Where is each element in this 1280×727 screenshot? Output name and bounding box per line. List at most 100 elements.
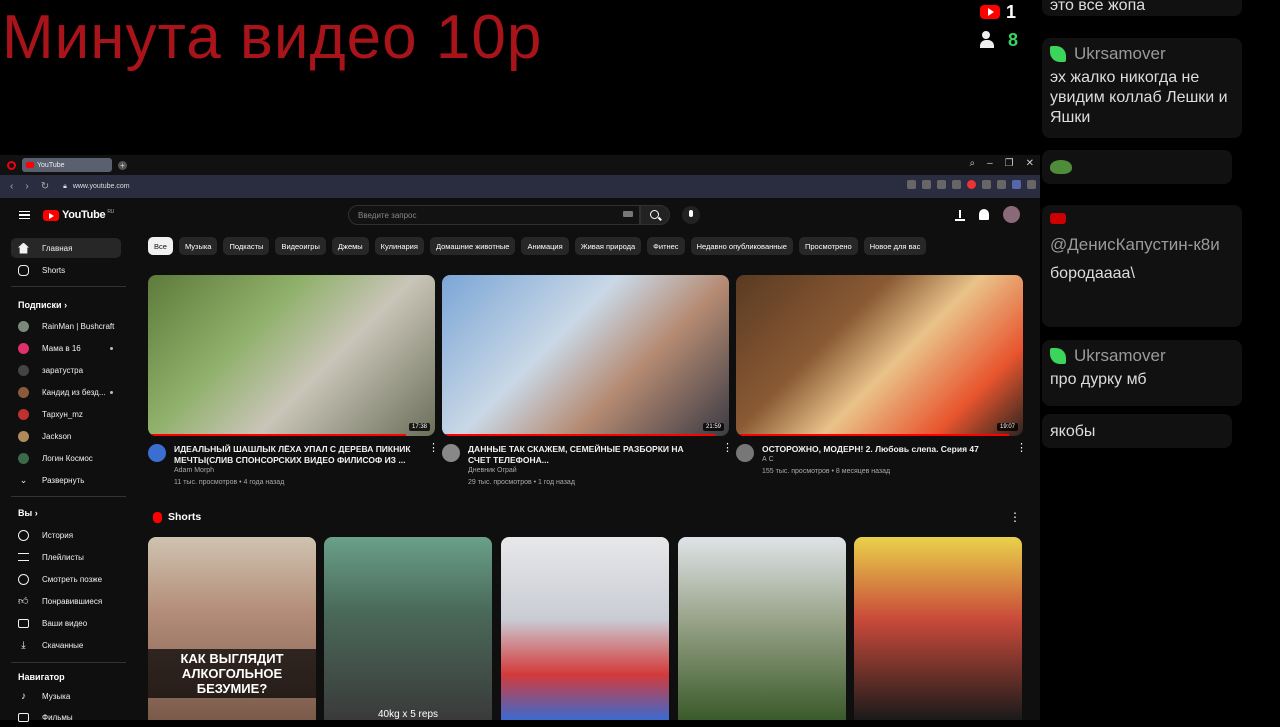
chip[interactable]: Новое для вас [863,237,927,255]
sidebar-item-films[interactable]: Фильмы [11,707,121,727]
more-options-icon[interactable] [1016,441,1027,455]
sidebar-item-subscription[interactable]: заратустра [11,360,121,380]
chip-all[interactable]: Все [148,237,173,255]
short-card[interactable] [501,537,669,720]
video-channel[interactable]: Дневник Ограй [468,467,517,474]
shorts-icon [18,264,29,276]
sidebar-item-label: Скачанные [42,640,84,650]
youtube-logo[interactable]: YouTube RU [43,209,114,221]
chat-text: про дурку мб [1050,371,1147,388]
hamburger-menu-icon[interactable] [19,211,30,219]
downloads-icon[interactable] [982,180,991,189]
more-options-icon[interactable] [428,441,439,455]
video-channel[interactable]: Adam Morph [174,467,214,474]
video-title[interactable]: ОСТОРОЖНО, МОДЕРН! 2. Любовь слепа. Сери… [762,444,1002,455]
back-icon[interactable]: ‹ [10,181,13,192]
snapshot-icon[interactable] [907,180,916,189]
sidebar-item-music[interactable]: ♪ Музыка [11,686,121,706]
restore-icon[interactable]: ❐ [1005,158,1014,169]
video-card[interactable]: 21:59 ДАННЫЕ ТАК СКАЖЕМ, СЕМЕЙНЫЕ РАЗБОР… [442,275,733,492]
shorts-title: Shorts [168,511,202,523]
forward-icon[interactable]: › [25,181,28,192]
profile-icon[interactable] [1012,180,1021,189]
sidebar-item-expand[interactable]: ⌄ Развернуть [11,470,121,490]
short-card[interactable] [854,537,1022,720]
video-card[interactable]: 19:07 ОСТОРОЖНО, МОДЕРН! 2. Любовь слепа… [736,275,1027,492]
reload-icon[interactable]: ↻ [41,181,49,192]
sidebar-item-playlists[interactable]: Плейлисты [11,547,121,567]
sidebar-item-liked[interactable]: 👍︎ Понравившиеся [11,591,121,611]
sidebar-item-history[interactable]: История [11,525,121,545]
menu-icon[interactable] [997,180,1006,189]
heart-icon[interactable] [967,180,976,189]
video-thumbnail[interactable]: 17:38 [148,275,435,436]
url-field[interactable]: 🔒︎ www.youtube.com [63,183,130,191]
subscriptions-header[interactable]: Подписки › [18,300,67,310]
video-thumbnail[interactable]: 21:59 [442,275,729,436]
sidebar-item-subscription[interactable]: Jackson [11,426,121,446]
search-tabs-icon[interactable]: ⌕ [969,158,975,169]
chip[interactable]: Живая природа [574,237,642,255]
player-icon[interactable] [952,180,961,189]
short-card[interactable] [678,537,846,720]
sidebar-item-shorts[interactable]: Shorts [11,260,121,280]
chip[interactable]: Видеоигры [275,237,326,255]
video-title[interactable]: ДАННЫЕ ТАК СКАЖЕМ, СЕМЕЙНЫЕ РАЗБОРКИ НА … [468,444,708,466]
sidebar-toggle-icon[interactable] [1027,180,1036,189]
film-icon [18,712,29,722]
chip[interactable]: Кулинария [374,237,424,255]
video-title[interactable]: ИДЕАЛЬНЫЙ ШАШЛЫК ЛЁХА УПАЛ С ДЕРЕВА ПИКН… [174,444,414,466]
lock-icon: 🔒︎ [63,182,67,190]
search-button[interactable] [640,205,670,225]
sidebar-item-subscription[interactable]: RainMan | Bushcraft [11,316,121,336]
sidebar-item-subscription[interactable]: Тархун_mz [11,404,121,424]
more-options-icon[interactable] [722,441,733,455]
channel-avatar[interactable] [148,444,166,462]
browser-tab[interactable]: YouTube [22,158,112,172]
chip[interactable]: Музыка [178,237,218,255]
minimize-icon[interactable]: – [987,158,993,169]
chip[interactable]: Недавно опубликованные [690,237,793,255]
chip[interactable]: Подкасты [223,237,270,255]
avatar[interactable] [1003,206,1020,223]
sidebar-item-subscription[interactable]: Кандид из безд... [11,382,121,402]
opera-icon[interactable] [7,160,16,170]
you-header[interactable]: Вы › [18,508,38,518]
video-card[interactable]: 17:38 ИДЕАЛЬНЫЙ ШАШЛЫК ЛЁХА УПАЛ С ДЕРЕВ… [148,275,439,492]
close-icon[interactable]: ✕ [1026,158,1034,169]
short-card[interactable]: 40kg x 5 reps [324,537,492,720]
new-content-dot [110,346,113,350]
upload-icon[interactable] [955,209,965,221]
new-tab-icon[interactable]: + [118,160,127,170]
channel-avatar[interactable] [442,444,460,462]
keyboard-icon[interactable] [623,211,633,217]
sidebar-item-watch-later[interactable]: Смотреть позже [11,569,121,589]
youtube-stat: 1 [980,2,1036,22]
sidebar-item-subscription[interactable]: Мама в 16 [11,338,121,358]
vpn-icon[interactable] [937,180,946,189]
divider [11,662,126,663]
short-card[interactable]: КАК ВЫГЛЯДИТ АЛКОГОЛЬНОЕ БЕЗУМИЕ? [148,537,316,720]
channel-avatar[interactable] [736,444,754,462]
sidebar-item-downloads[interactable]: ⤓ Скачанные [11,635,121,655]
video-channel[interactable]: А С [762,456,774,463]
microphone-icon[interactable] [682,206,700,224]
new-content-dot [110,390,113,394]
home-icon [18,242,29,254]
more-options-icon[interactable]: ⋮ [1009,510,1021,524]
chip[interactable]: Просмотрено [798,237,858,255]
sidebar-item-your-videos[interactable]: Ваши видео [11,613,121,633]
chip[interactable]: Анимация [521,237,569,255]
chip[interactable]: Фитнес [647,237,685,255]
video-thumbnail[interactable]: 19:07 [736,275,1023,436]
chip[interactable]: Джемы [331,237,369,255]
chip[interactable]: Домашние животные [429,237,516,255]
bell-icon[interactable] [979,209,989,220]
camera-icon[interactable] [922,180,931,189]
search-input[interactable]: Введите запрос [348,205,640,225]
sidebar-item-home[interactable]: Главная [11,238,121,258]
sidebar-item-subscription[interactable]: Логин Космос [11,448,121,468]
video-duration: 21:59 [702,423,724,431]
address-bar: ‹ › ↻ 🔒︎ www.youtube.com [0,175,1040,198]
nav-controls: ‹ › ↻ [10,181,49,192]
